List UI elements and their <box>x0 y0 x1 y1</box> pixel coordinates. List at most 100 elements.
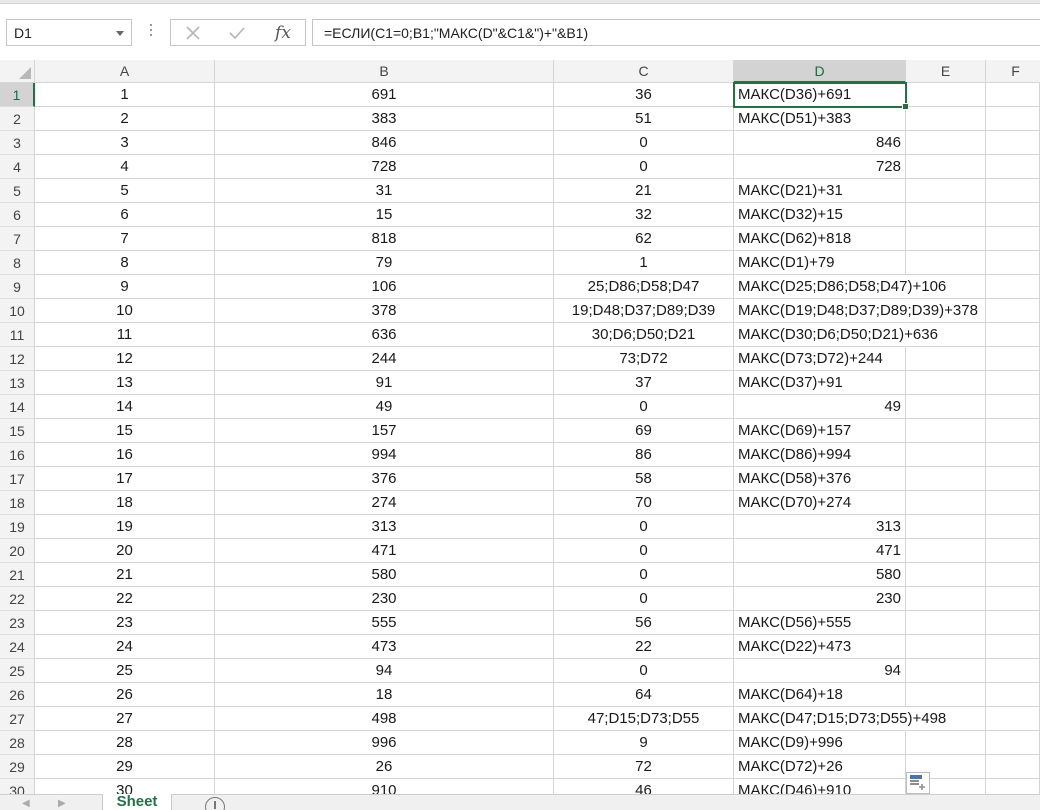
cell-b27[interactable]: 498 <box>215 707 554 731</box>
row-header-9[interactable]: 9 <box>0 275 35 299</box>
cell-b25[interactable]: 94 <box>215 659 554 683</box>
cell-c2[interactable]: 51 <box>554 107 734 131</box>
sheet-tab[interactable]: Sheet <box>102 794 172 810</box>
cell-c22[interactable]: 0 <box>554 587 734 611</box>
row-header-17[interactable]: 17 <box>0 467 35 491</box>
cell-b20[interactable]: 471 <box>215 539 554 563</box>
cell-f12[interactable] <box>986 347 1040 371</box>
cell-f9[interactable] <box>986 275 1040 299</box>
cell-e17[interactable] <box>906 467 986 491</box>
cell-e27[interactable] <box>906 707 986 731</box>
cell-f6[interactable] <box>986 203 1040 227</box>
cell-e8[interactable] <box>906 251 986 275</box>
cell-b1[interactable]: 691 <box>215 83 554 107</box>
cell-c28[interactable]: 9 <box>554 731 734 755</box>
cell-e21[interactable] <box>906 563 986 587</box>
cell-e13[interactable] <box>906 371 986 395</box>
cell-a25[interactable]: 25 <box>35 659 215 683</box>
name-box[interactable]: D1 <box>6 19 132 46</box>
cell-a10[interactable]: 10 <box>35 299 215 323</box>
cell-d14[interactable]: 49 <box>734 395 906 419</box>
cell-b13[interactable]: 91 <box>215 371 554 395</box>
cancel-button[interactable] <box>173 20 213 45</box>
cell-b4[interactable]: 728 <box>215 155 554 179</box>
cell-e5[interactable] <box>906 179 986 203</box>
column-header-a[interactable]: A <box>35 60 215 83</box>
row-header-4[interactable]: 4 <box>0 155 35 179</box>
cell-d12[interactable]: МАКС(D73;D72)+244 <box>734 347 906 371</box>
cell-d4[interactable]: 728 <box>734 155 906 179</box>
cell-f3[interactable] <box>986 131 1040 155</box>
row-header-12[interactable]: 12 <box>0 347 35 371</box>
cell-f8[interactable] <box>986 251 1040 275</box>
cell-b26[interactable]: 18 <box>215 683 554 707</box>
row-header-19[interactable]: 19 <box>0 515 35 539</box>
row-header-8[interactable]: 8 <box>0 251 35 275</box>
cell-c4[interactable]: 0 <box>554 155 734 179</box>
cell-f25[interactable] <box>986 659 1040 683</box>
cell-e20[interactable] <box>906 539 986 563</box>
cell-d18[interactable]: МАКС(D70)+274 <box>734 491 906 515</box>
cell-a17[interactable]: 17 <box>35 467 215 491</box>
cell-f10[interactable] <box>986 299 1040 323</box>
cell-c13[interactable]: 37 <box>554 371 734 395</box>
cell-b29[interactable]: 26 <box>215 755 554 779</box>
cell-f21[interactable] <box>986 563 1040 587</box>
cell-d28[interactable]: МАКС(D9)+996 <box>734 731 906 755</box>
cell-a24[interactable]: 24 <box>35 635 215 659</box>
row-header-27[interactable]: 27 <box>0 707 35 731</box>
cell-c9[interactable]: 25;D86;D58;D47 <box>554 275 734 299</box>
cell-b3[interactable]: 846 <box>215 131 554 155</box>
column-header-f[interactable]: F <box>986 60 1040 83</box>
cell-e6[interactable] <box>906 203 986 227</box>
cell-d15[interactable]: МАКС(D69)+157 <box>734 419 906 443</box>
cell-b5[interactable]: 31 <box>215 179 554 203</box>
row-header-26[interactable]: 26 <box>0 683 35 707</box>
row-header-22[interactable]: 22 <box>0 587 35 611</box>
cell-f28[interactable] <box>986 731 1040 755</box>
cell-b21[interactable]: 580 <box>215 563 554 587</box>
cell-e15[interactable] <box>906 419 986 443</box>
cell-a13[interactable]: 13 <box>35 371 215 395</box>
cell-c10[interactable]: 19;D48;D37;D89;D39 <box>554 299 734 323</box>
cell-e12[interactable] <box>906 347 986 371</box>
cell-b9[interactable]: 106 <box>215 275 554 299</box>
cell-e10[interactable] <box>906 299 986 323</box>
row-header-15[interactable]: 15 <box>0 419 35 443</box>
cell-e25[interactable] <box>906 659 986 683</box>
cell-f4[interactable] <box>986 155 1040 179</box>
cell-e11[interactable] <box>906 323 986 347</box>
cell-f24[interactable] <box>986 635 1040 659</box>
cell-b23[interactable]: 555 <box>215 611 554 635</box>
cell-d2[interactable]: МАКС(D51)+383 <box>734 107 906 131</box>
cell-a22[interactable]: 22 <box>35 587 215 611</box>
cell-c20[interactable]: 0 <box>554 539 734 563</box>
cell-f1[interactable] <box>986 83 1040 107</box>
cell-c5[interactable]: 21 <box>554 179 734 203</box>
cell-b11[interactable]: 636 <box>215 323 554 347</box>
cell-f15[interactable] <box>986 419 1040 443</box>
row-header-10[interactable]: 10 <box>0 299 35 323</box>
cell-d24[interactable]: МАКС(D22)+473 <box>734 635 906 659</box>
chevron-down-icon[interactable] <box>116 31 124 36</box>
cell-c29[interactable]: 72 <box>554 755 734 779</box>
cell-a7[interactable]: 7 <box>35 227 215 251</box>
cell-c14[interactable]: 0 <box>554 395 734 419</box>
plus-circle-icon[interactable] <box>205 797 225 810</box>
cell-f19[interactable] <box>986 515 1040 539</box>
cell-d29[interactable]: МАКС(D72)+26 <box>734 755 906 779</box>
cell-a9[interactable]: 9 <box>35 275 215 299</box>
row-header-16[interactable]: 16 <box>0 443 35 467</box>
cell-e16[interactable] <box>906 443 986 467</box>
cell-c7[interactable]: 62 <box>554 227 734 251</box>
cell-e19[interactable] <box>906 515 986 539</box>
cell-d21[interactable]: 580 <box>734 563 906 587</box>
fill-handle[interactable] <box>902 103 909 110</box>
cell-b28[interactable]: 996 <box>215 731 554 755</box>
row-header-11[interactable]: 11 <box>0 323 35 347</box>
cell-e18[interactable] <box>906 491 986 515</box>
cell-a12[interactable]: 12 <box>35 347 215 371</box>
cell-b12[interactable]: 244 <box>215 347 554 371</box>
row-header-1[interactable]: 1 <box>0 83 35 107</box>
cell-c17[interactable]: 58 <box>554 467 734 491</box>
